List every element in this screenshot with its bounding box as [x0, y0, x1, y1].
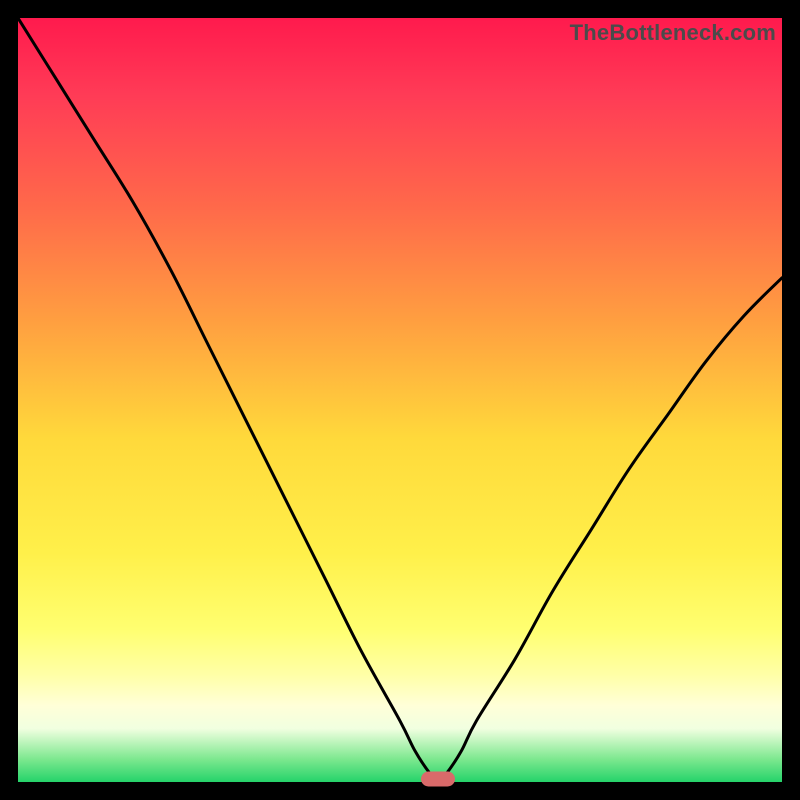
curve-path: [18, 18, 782, 782]
plot-area: TheBottleneck.com: [18, 18, 782, 782]
chart-frame: TheBottleneck.com: [0, 0, 800, 800]
optimal-marker: [421, 772, 455, 787]
bottleneck-curve: [18, 18, 782, 782]
